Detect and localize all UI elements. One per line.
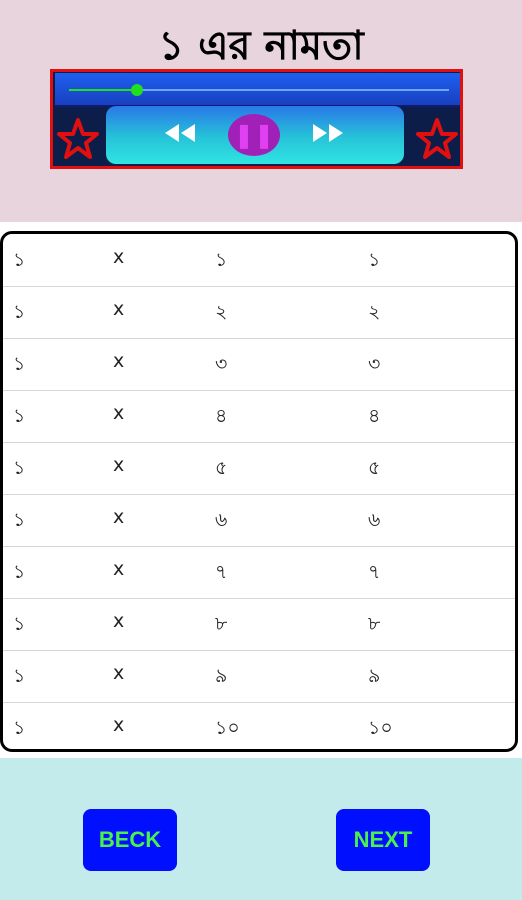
operator-cell: x — [113, 246, 125, 268]
multiplier-cell: ৬ — [215, 509, 228, 531]
rewind-icon[interactable] — [162, 121, 198, 151]
table-row: ১ x ১ ১ — [3, 234, 515, 287]
product-cell: ২ — [368, 301, 381, 323]
product-cell: ৩ — [368, 353, 381, 375]
multiplicand-cell: ১ — [13, 249, 26, 271]
fast-forward-icon[interactable] — [310, 121, 346, 151]
multiplier-cell: ৪ — [215, 405, 228, 427]
header: ১ এর নামতা ❚❚ — [0, 0, 522, 222]
operator-cell: x — [113, 558, 125, 580]
audio-player: ❚❚ — [50, 69, 463, 169]
multiplicand-cell: ১ — [13, 509, 26, 531]
multiplier-cell: ১ — [215, 249, 228, 271]
product-cell: ৫ — [368, 457, 381, 479]
seekbar-frame — [55, 73, 460, 107]
table-row: ১ x ৫ ৫ — [3, 442, 515, 495]
product-cell: ৮ — [368, 613, 381, 635]
multiplicand-cell: ১ — [13, 717, 26, 739]
multiplier-cell: ৮ — [215, 613, 228, 635]
multiplier-cell: ৫ — [215, 457, 228, 479]
multiplicand-cell: ১ — [13, 405, 26, 427]
table-row: ১ x ৮ ৮ — [3, 598, 515, 651]
table-row: ১ x ১০ ১০ — [3, 702, 515, 749]
operator-cell: x — [113, 506, 125, 528]
operator-cell: x — [113, 402, 125, 424]
multiplicand-cell: ১ — [13, 613, 26, 635]
multiplier-cell: ৯ — [215, 665, 228, 687]
product-cell: ৯ — [368, 665, 381, 687]
footer: BECK NEXT — [0, 758, 522, 900]
seek-thumb[interactable] — [131, 84, 144, 96]
multiplier-cell: ৩ — [215, 353, 228, 375]
product-cell: ১০ — [368, 717, 393, 739]
multiplicand-cell: ১ — [13, 561, 26, 583]
table-row: ১ x ৪ ৪ — [3, 390, 515, 443]
operator-cell: x — [113, 350, 125, 372]
multiplication-table: ১ x ১ ১ ১ x ২ ২ ১ x ৩ ৩ ১ x ৪ ৪ ১ x ৫ ৫ ১ x ৬ ৬ ১ x ৭ ৭ ১ x ৮ ৮ ১ x ৯ ৯ ১ x ১০… — [0, 231, 518, 752]
multiplier-cell: ৭ — [215, 561, 228, 583]
multiplier-cell: ১০ — [215, 717, 240, 739]
product-cell: ৭ — [368, 561, 381, 583]
playback-controls: ❚❚ — [106, 106, 404, 164]
product-cell: ৬ — [368, 509, 381, 531]
operator-cell: x — [113, 454, 125, 476]
operator-cell: x — [113, 610, 125, 632]
star-icon — [416, 118, 458, 159]
table-row: ১ x ৬ ৬ — [3, 494, 515, 547]
multiplier-cell: ২ — [215, 301, 228, 323]
operator-cell: x — [113, 662, 125, 684]
table-row: ১ x ৯ ৯ — [3, 650, 515, 703]
table-row: ১ x ৭ ৭ — [3, 546, 515, 599]
seek-progress — [69, 89, 138, 91]
multiplicand-cell: ১ — [13, 457, 26, 479]
seek-bar[interactable] — [69, 84, 449, 96]
pause-icon: ❚❚ — [233, 121, 275, 149]
product-cell: ১ — [368, 249, 381, 271]
next-button[interactable]: NEXT — [336, 809, 430, 871]
operator-cell: x — [113, 298, 125, 320]
multiplicand-cell: ১ — [13, 301, 26, 323]
table-row: ১ x ৩ ৩ — [3, 338, 515, 391]
back-button[interactable]: BECK — [83, 809, 177, 871]
pause-button[interactable]: ❚❚ — [228, 114, 280, 156]
table-row: ১ x ২ ২ — [3, 286, 515, 339]
operator-cell: x — [113, 714, 125, 736]
multiplicand-cell: ১ — [13, 353, 26, 375]
multiplicand-cell: ১ — [13, 665, 26, 687]
product-cell: ৪ — [368, 405, 381, 427]
star-icon — [57, 118, 99, 159]
